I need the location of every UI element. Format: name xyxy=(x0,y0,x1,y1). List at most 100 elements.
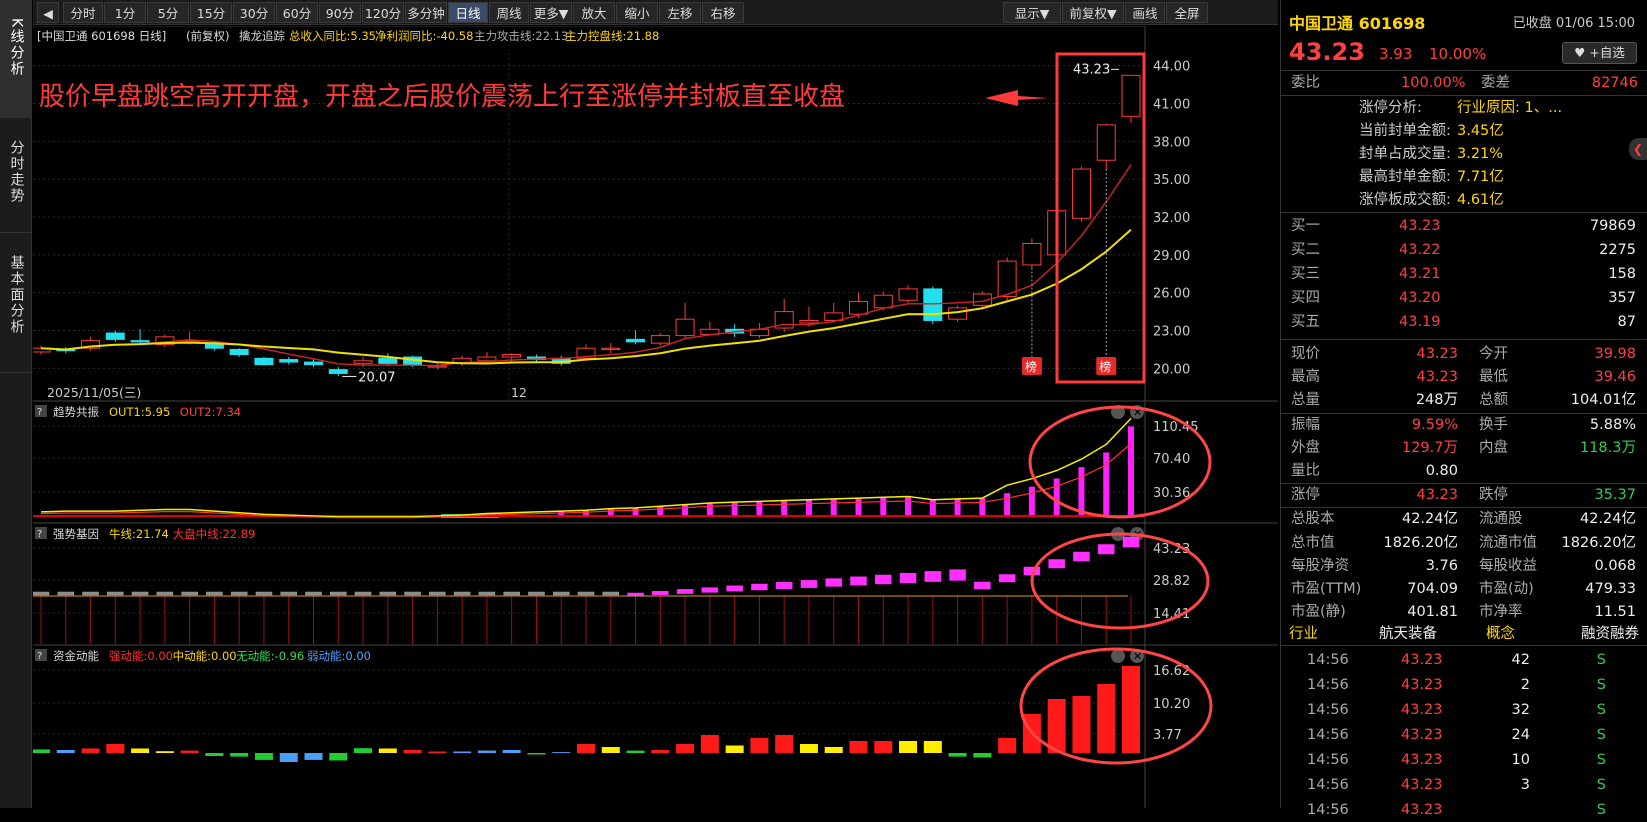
period-button-11[interactable]: 更多▼ xyxy=(530,2,572,23)
period-button-7[interactable]: 120分 xyxy=(362,2,404,23)
sub3-bar xyxy=(700,735,719,753)
expand-panel-button[interactable]: ❮ xyxy=(1629,138,1647,160)
period-button-0[interactable]: 分时 xyxy=(63,2,103,23)
sub2-bar xyxy=(949,569,966,581)
collapse-button[interactable]: ◀ xyxy=(37,2,59,23)
quote-tab-3[interactable]: 融资融券 xyxy=(1581,622,1639,643)
chart-header-stock: [中国卫通 601698 日线] xyxy=(37,29,166,43)
kline-chart-svg: [中国卫通 601698 日线] (前复权) 擒龙追踪 总收入同比:5.35 净利润同比… xyxy=(31,25,1278,808)
stat-key-2: 市盈(动) xyxy=(1479,581,1534,597)
sub2-bar xyxy=(676,589,694,594)
stat-value-2: 11.51 xyxy=(1594,604,1636,621)
chart-header-indicator: 擒龙追踪 xyxy=(239,29,285,43)
period-button-6[interactable]: 90分 xyxy=(319,2,361,23)
stat-value: 43.23 xyxy=(1416,487,1458,504)
tab-intraday[interactable]: 分时走势 xyxy=(0,118,32,233)
sub1-bar xyxy=(1028,486,1035,516)
sub2-bar xyxy=(825,578,842,587)
sub2-bar xyxy=(429,591,446,596)
period-button-9[interactable]: 日线 xyxy=(448,2,488,23)
tick-direction: S xyxy=(1596,652,1606,668)
stat-key-2: 换手 xyxy=(1479,416,1508,433)
sub1-bar xyxy=(781,500,788,516)
sub3-bar xyxy=(106,744,125,753)
chart-header-attack: 主力攻击线:22.13 xyxy=(474,29,568,43)
sub2-bar xyxy=(1097,544,1115,555)
sub2-bar xyxy=(230,591,248,596)
candle-body xyxy=(304,361,323,366)
limit-info-value: 7.71亿 xyxy=(1457,169,1504,185)
sub2-bar xyxy=(974,581,991,590)
sub3-bar xyxy=(725,745,744,753)
limit-info-key: 涨停板成交额: xyxy=(1359,192,1451,208)
quote-panel: 中国卫通 601698 已收盘 01/06 15:00 43.23 3.93 1… xyxy=(1280,0,1647,818)
sub3-legend: 中动能:0.00 xyxy=(173,649,237,663)
tick-row: 14:56 43.23 10 S xyxy=(1281,748,1647,772)
period-button-3[interactable]: 15分 xyxy=(190,2,232,23)
stat-row: 最高 43.23 最低 39.46 xyxy=(1281,365,1647,389)
quote-tab-2[interactable]: 概念 xyxy=(1486,622,1515,643)
period-button-2[interactable]: 5分 xyxy=(147,2,189,23)
sub3-bar xyxy=(601,747,620,753)
period-toolbar: ◀ 分时 1分 5分 15分 30分 60分 90分 120分 多分钟 日线 周线 更多▼ 放大 缩小 左移… xyxy=(33,0,1278,25)
add-watchlist-button[interactable]: ♥ +自选 xyxy=(1562,42,1637,64)
price-change-pct: 10.00% xyxy=(1429,45,1487,63)
stat-value: 401.81 xyxy=(1407,604,1458,621)
tick-row: 14:56 43.23 42 S xyxy=(1281,648,1647,672)
sub2-bar xyxy=(998,574,1016,583)
stat-row: 市盈(TTM) 704.09 市盈(动) 479.33 xyxy=(1281,577,1647,601)
period-button-4[interactable]: 30分 xyxy=(233,2,275,23)
sub1-legend: OUT1:5.95 xyxy=(109,405,170,419)
bang-marker-label: 榜 xyxy=(1025,359,1037,374)
period-button-8[interactable]: 多分钟 xyxy=(405,2,447,23)
candle-body xyxy=(626,338,646,343)
period-button-14[interactable]: 左移 xyxy=(659,2,701,23)
candle-body xyxy=(477,356,497,362)
sub3-bar xyxy=(254,753,273,760)
bid-level: 买五 xyxy=(1291,314,1320,330)
tick-row: 14:56 43.23 24 S xyxy=(1281,723,1647,747)
sub2-legend: 大盘中线:22.89 xyxy=(173,527,256,541)
tab-kline-analysis[interactable]: K线分析 xyxy=(0,0,32,118)
weibi-label: 委比 xyxy=(1291,75,1320,91)
tick-volume: 42 xyxy=(1511,652,1530,668)
quote-tab-1[interactable]: 航天装备 xyxy=(1379,622,1437,643)
period-button-5[interactable]: 60分 xyxy=(276,2,318,23)
tick-direction: S xyxy=(1596,802,1606,818)
sub2-bar xyxy=(255,591,273,596)
toolbar-right-button-0[interactable]: 显示▼ xyxy=(1003,2,1061,23)
toolbar-right-button-3[interactable]: 全屏 xyxy=(1166,2,1208,23)
period-button-1[interactable]: 1分 xyxy=(104,2,146,23)
period-button-10[interactable]: 周线 xyxy=(489,2,529,23)
candle-body xyxy=(328,369,348,374)
sub3-legend: 无动能:-0.96 xyxy=(236,649,304,663)
sub1-bar xyxy=(830,498,837,516)
period-button-12[interactable]: 放大 xyxy=(573,2,615,23)
sub2-bar xyxy=(775,581,793,590)
limit-info-row: 封单占成交量: 3.21% xyxy=(1281,142,1647,166)
weibi-value: 100.00% xyxy=(1401,75,1466,91)
stat-key: 涨停 xyxy=(1291,487,1320,504)
toolbar-right-button-1[interactable]: 前复权▼ xyxy=(1062,2,1124,23)
stat-row: 市盈(静) 401.81 市净率 11.51 xyxy=(1281,600,1647,624)
period-button-15[interactable]: 右移 xyxy=(702,2,744,23)
sub1-bar xyxy=(805,499,812,516)
tick-price: 43.23 xyxy=(1401,677,1443,693)
toolbar-right-button-2[interactable]: 画线 xyxy=(1125,2,1165,23)
sub2-bar xyxy=(751,583,768,591)
tab-fundamentals[interactable]: 基本面分析 xyxy=(0,233,32,373)
limit-info-value: 3.45亿 xyxy=(1457,123,1504,139)
sub3-bar xyxy=(577,744,595,753)
tick-time: 14:56 xyxy=(1307,702,1349,718)
quote-tab-0[interactable]: 行业 xyxy=(1289,622,1318,643)
stat-row: 总股本 42.24亿 流通股 42.24亿 xyxy=(1281,507,1647,531)
sub1-out2-line xyxy=(40,443,1132,519)
period-button-13[interactable]: 缩小 xyxy=(616,2,658,23)
stat-value-2: 5.88% xyxy=(1589,416,1636,433)
limit-info-row: 当前封单金额: 3.45亿 xyxy=(1281,119,1647,143)
sub1-bar xyxy=(954,498,961,516)
limit-info-key: 涨停分析: xyxy=(1359,100,1422,116)
candle-body xyxy=(675,318,695,337)
stat-key: 市盈(TTM) xyxy=(1291,581,1362,597)
sub2-bar xyxy=(330,591,347,596)
